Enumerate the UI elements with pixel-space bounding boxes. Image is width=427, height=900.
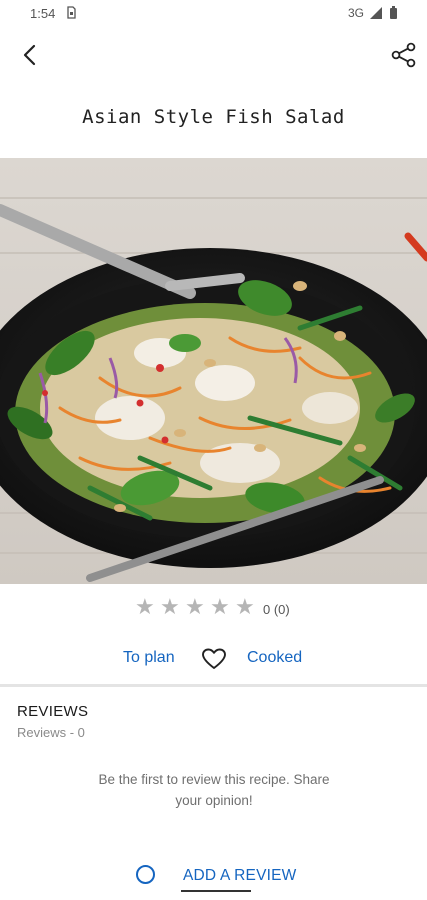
recipe-title: Asian Style Fish Salad: [82, 106, 345, 128]
star-rating[interactable]: ★ ★ ★ ★ ★: [135, 597, 256, 623]
star-icon[interactable]: ★: [235, 597, 256, 619]
star-icon[interactable]: ★: [135, 597, 156, 619]
status-bar: 1:54 3G: [0, 0, 427, 28]
star-icon[interactable]: ★: [160, 597, 181, 619]
reviews-empty-message: Be the first to review this recipe. Shar…: [98, 772, 330, 808]
star-icon[interactable]: ★: [210, 597, 231, 619]
add-review-button[interactable]: ADD A REVIEW: [183, 867, 297, 885]
rating-value: 0 (0): [263, 602, 290, 617]
cooked-button[interactable]: Cooked: [247, 649, 302, 667]
loading-circle-icon: [136, 865, 155, 884]
star-icon[interactable]: ★: [185, 597, 206, 619]
actions-row: To plan Cooked: [0, 644, 427, 676]
section-divider: [0, 684, 427, 687]
sim-card-icon: [67, 6, 76, 19]
status-time: 1:54: [30, 6, 56, 21]
share-button[interactable]: [387, 38, 419, 72]
heart-outline-icon: [202, 648, 226, 669]
back-button[interactable]: [14, 38, 48, 72]
favorite-button[interactable]: [201, 646, 227, 672]
top-app-bar: [0, 28, 427, 84]
arrow-back-icon: [23, 44, 36, 66]
add-review-underline: [181, 890, 251, 892]
signal-icon: [370, 7, 382, 19]
recipe-photo: [0, 158, 427, 584]
battery-icon: [390, 6, 397, 19]
to-plan-button[interactable]: To plan: [123, 649, 175, 667]
rating-row: ★ ★ ★ ★ ★ 0 (0): [0, 596, 427, 624]
network-type: 3G: [348, 6, 365, 20]
share-icon: [391, 42, 416, 68]
reviews-count: Reviews - 0: [17, 725, 85, 740]
salad-illustration: [0, 158, 427, 584]
add-review-row: ADD A REVIEW: [0, 858, 427, 894]
reviews-heading: REVIEWS: [17, 703, 89, 720]
